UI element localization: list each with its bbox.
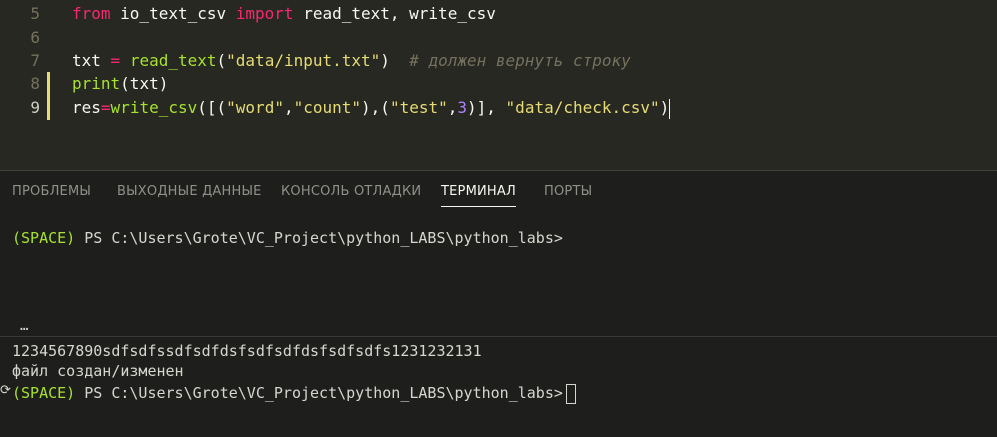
bottom-panel: ПРОБЛЕМЫ ВЫХОДНЫЕ ДАННЫЕ КОНСОЛЬ ОТЛАДКИ…: [0, 170, 997, 437]
code-token: "word": [226, 98, 284, 117]
line-number: 6: [30, 28, 40, 47]
code-line[interactable]: 7 txt = read_text("data/input.txt") # дол…: [0, 49, 997, 73]
tab-problems[interactable]: ПРОБЛЕМЫ: [12, 184, 91, 199]
terminal-ellipsis[interactable]: …: [20, 318, 28, 334]
code-token: ,: [283, 98, 294, 117]
code-token: # должен вернуть строку: [409, 51, 631, 70]
code-token: "data/check.csv": [505, 98, 660, 117]
code-line[interactable]: 9 res=write_csv([("word","count"),("test"…: [0, 96, 997, 120]
prompt-path: PS C:\Users\Grote\VC_Project\python_LABS…: [75, 229, 563, 247]
code-token: )],: [467, 98, 506, 117]
code-text: txt = read_text("data/input.txt") # долж…: [72, 49, 631, 73]
code-token: io_text_csv: [110, 4, 236, 23]
code-token: =: [100, 98, 111, 117]
code-token: (: [216, 51, 227, 70]
terminal-output-line: 1234567890sdfsdfssdfsdfdsfsdfsdfdsfsdfsd…: [12, 342, 482, 360]
code-token: res: [72, 98, 101, 117]
tab-output[interactable]: ВЫХОДНЫЕ ДАННЫЕ: [117, 184, 262, 199]
code-token: ): [380, 51, 410, 70]
active-tab-indicator: [441, 206, 516, 207]
line-number: 5: [30, 4, 40, 23]
code-token: "count": [293, 98, 362, 117]
rerun-icon: ⟳: [0, 383, 11, 398]
code-token: "test": [389, 98, 448, 117]
terminal-prompt-line-active[interactable]: (SPACE) PS C:\Users\Grote\VC_Project\pyt…: [12, 383, 576, 404]
terminal-split-divider[interactable]: [0, 336, 997, 337]
line-number: 8: [30, 74, 40, 93]
code-token: import: [235, 4, 294, 23]
code-token: txt: [72, 51, 111, 70]
code-line[interactable]: 8 print(txt): [0, 72, 997, 96]
prompt-env: (SPACE): [12, 384, 76, 402]
tab-ports[interactable]: ПОРТЫ: [544, 184, 592, 199]
code-token: 3: [457, 98, 468, 117]
code-line[interactable]: 6: [0, 26, 997, 50]
code-text: from io_text_csv import read_text, write…: [72, 2, 496, 26]
code-token: print: [72, 74, 121, 93]
code-token: read_text: [129, 51, 217, 70]
code-token: ),(: [361, 98, 390, 117]
code-text: print(txt): [72, 72, 168, 96]
code-line[interactable]: 5 from io_text_csv import read_text, writ…: [0, 2, 997, 26]
code-text: res=write_csv([("word","count"),("test",…: [72, 96, 671, 120]
prompt-path: PS C:\Users\Grote\VC_Project\python_LABS…: [75, 384, 563, 402]
terminal-prompt-line: (SPACE) PS C:\Users\Grote\VC_Project\pyt…: [12, 228, 563, 248]
prompt-env: (SPACE): [12, 229, 76, 247]
code-token: "data/input.txt": [226, 51, 381, 70]
code-token: (txt): [120, 74, 169, 93]
tab-debug-console[interactable]: КОНСОЛЬ ОТЛАДКИ: [281, 184, 421, 199]
code-token: ): [659, 98, 670, 117]
line-number: 7: [30, 51, 40, 70]
line-number: 9: [30, 98, 40, 117]
code-editor[interactable]: 5 from io_text_csv import read_text, writ…: [0, 0, 997, 170]
code-token: read_text, write_csv: [293, 4, 496, 23]
text-cursor: [669, 98, 671, 119]
modified-line-marker: [47, 96, 50, 120]
code-token: =: [110, 51, 121, 70]
terminal-output-line: файл создан/изменен: [12, 362, 184, 380]
code-token: write_csv: [110, 98, 198, 117]
tab-terminal[interactable]: ТЕРМИНАЛ: [441, 184, 516, 199]
code-token: ([(: [197, 98, 227, 117]
code-token: from: [72, 4, 111, 23]
modified-line-marker: [47, 72, 50, 96]
terminal-cursor: [565, 383, 576, 404]
panel-tabs: ПРОБЛЕМЫ ВЫХОДНЫЕ ДАННЫЕ КОНСОЛЬ ОТЛАДКИ…: [0, 171, 997, 213]
code-token: ,: [447, 98, 458, 117]
